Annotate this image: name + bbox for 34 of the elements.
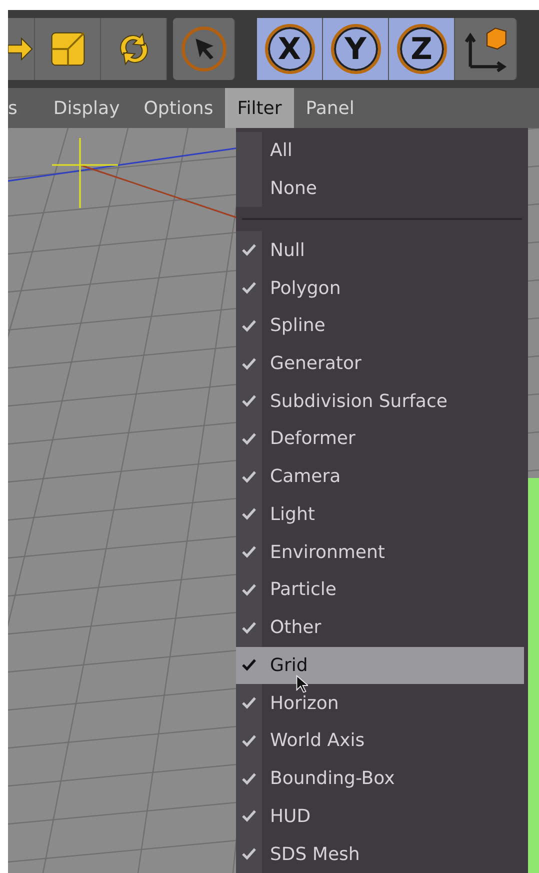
filter-menu-item[interactable]: World Axis [236,722,524,760]
filter-menu-item[interactable]: Particle [236,571,524,609]
filter-menu-item[interactable]: SDS Mesh [236,835,524,873]
filter-menu-item[interactable]: Environment [236,533,524,572]
axis-toggle-button[interactable]: Z [389,18,455,80]
filter-menu-item[interactable]: Light [236,496,524,534]
menu-item[interactable]: Filter [225,88,294,128]
filter-menu-item[interactable]: None [236,170,524,208]
axis-toggle-button[interactable]: Y [323,18,389,80]
filter-menu-item[interactable]: Subdivision Surface [236,382,524,420]
scale-tool-button[interactable] [35,18,101,80]
filter-menu-item[interactable]: Generator [236,344,524,382]
mouse-pointer-icon [296,674,308,693]
menu-item[interactable]: Options [132,88,226,128]
pointer-icon [180,25,228,73]
filter-menu-item[interactable]: Bounding-Box [236,760,524,798]
filter-menu-item[interactable]: Spline [236,306,524,345]
filter-menu-item[interactable]: Other [236,608,524,647]
filter-menu-item[interactable]: Null [236,231,524,270]
menu-item[interactable]: Panel [294,88,366,128]
menu-item[interactable]: Display [41,88,132,128]
filter-menu-item[interactable]: Horizon [236,684,524,722]
filter-menu-item[interactable]: All [236,132,524,170]
rotate-tool-button[interactable] [101,18,167,80]
filter-menu-item[interactable]: Deformer [236,420,524,458]
menu-item[interactable]: s [8,88,30,128]
select-tool-button[interactable] [173,18,235,80]
move-tool-button[interactable] [8,18,35,80]
filter-menu-item[interactable]: Polygon [236,269,524,307]
coords-tool-button[interactable] [455,18,517,80]
filter-menu-item[interactable]: Camera [236,458,524,496]
filter-menu-item[interactable]: HUD [236,797,524,836]
axis-toggle-button[interactable]: X [257,18,323,80]
scale-icon [48,30,86,68]
